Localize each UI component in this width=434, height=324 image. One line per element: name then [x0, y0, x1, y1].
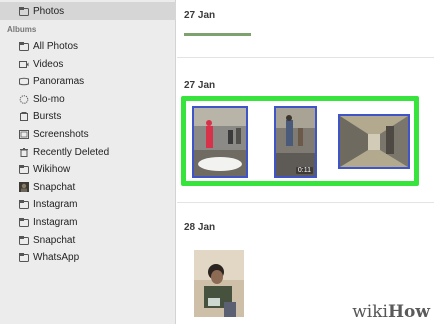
- video-thumbnail[interactable]: 0:11: [274, 106, 317, 178]
- video-icon: [19, 60, 29, 69]
- sidebar-item-label: All Photos: [33, 40, 79, 52]
- sidebar-item-label: Snapchat: [33, 234, 76, 246]
- sidebar-item-label: Snapchat: [33, 181, 76, 193]
- sidebar-item-label: Slo-mo: [33, 93, 65, 105]
- folder-icon: [19, 164, 29, 174]
- sidebar-item-slo-mo[interactable]: Slo-mo: [0, 90, 176, 108]
- sidebar-item-videos[interactable]: Videos: [0, 55, 176, 73]
- folder-icon: [19, 235, 29, 245]
- sidebar-item-whatsapp[interactable]: WhatsApp: [0, 248, 176, 266]
- wikihow-watermark: wikiHow: [352, 302, 430, 322]
- video-image: [276, 108, 315, 176]
- sidebar-item-instagram-2[interactable]: Instagram: [0, 213, 176, 231]
- sidebar-item-screenshots[interactable]: Screenshots: [0, 125, 176, 143]
- sidebar-item-label: Bursts: [33, 110, 62, 122]
- folder-icon: [19, 41, 29, 51]
- sidebar-item-photos[interactable]: Photos: [0, 2, 176, 20]
- sidebar-item-label: Screenshots: [33, 128, 89, 140]
- sidebar-item-snapchat[interactable]: Snapchat: [0, 178, 176, 196]
- photo-thumbnail[interactable]: [192, 106, 248, 178]
- photo-grid: 27 Jan 27 Jan 0:11 28 Jan wikiHow: [177, 0, 434, 324]
- sidebar-item-snapchat-2[interactable]: Snapchat: [0, 231, 176, 249]
- sidebar-item-label: Videos: [33, 58, 64, 70]
- screenshot-icon: [19, 129, 29, 139]
- photos-folder-icon: [19, 6, 29, 16]
- photo-image: [194, 250, 244, 317]
- sidebar-item-label: Wikihow: [33, 163, 71, 175]
- sidebar-item-panoramas[interactable]: Panoramas: [0, 72, 176, 90]
- day-header: 28 Jan: [184, 222, 216, 233]
- sidebar-item-instagram[interactable]: Instagram: [0, 195, 176, 213]
- sidebar-item-label: Recently Deleted: [33, 146, 110, 158]
- snapchat-thumb-icon: [19, 182, 29, 192]
- divider: [177, 57, 434, 58]
- albums-section-label: Albums: [7, 25, 37, 34]
- sidebar-item-all-photos[interactable]: All Photos: [0, 37, 176, 55]
- photo-image: [340, 116, 408, 167]
- bursts-icon: [19, 111, 29, 121]
- sidebar-item-bursts[interactable]: Bursts: [0, 107, 176, 125]
- sidebar-item-label: Photos: [33, 5, 65, 17]
- panorama-icon: [19, 77, 29, 86]
- photo-thumbnail[interactable]: [194, 250, 244, 317]
- sidebar-item-wikihow[interactable]: Wikihow: [0, 160, 176, 178]
- folder-icon: [19, 199, 29, 209]
- sidebar-item-label: Panoramas: [33, 75, 85, 87]
- day-header: 27 Jan: [184, 80, 216, 91]
- sidebar-item-label: WhatsApp: [33, 251, 80, 263]
- folder-icon: [19, 217, 29, 227]
- divider: [177, 202, 434, 203]
- slomo-icon: [19, 94, 29, 104]
- sidebar-item-label: Instagram: [33, 198, 78, 210]
- trash-icon: [19, 147, 29, 157]
- photo-image: [194, 108, 246, 176]
- sidebar: Photos Albums All Photos Videos Panorama…: [0, 0, 176, 324]
- folder-icon: [19, 252, 29, 262]
- day-header: 27 Jan: [184, 10, 216, 21]
- progress-strip: [184, 33, 251, 36]
- video-duration: 0:11: [295, 167, 313, 174]
- photo-thumbnail[interactable]: [338, 114, 410, 169]
- sidebar-item-recently-deleted[interactable]: Recently Deleted: [0, 143, 176, 161]
- sidebar-item-label: Instagram: [33, 216, 78, 228]
